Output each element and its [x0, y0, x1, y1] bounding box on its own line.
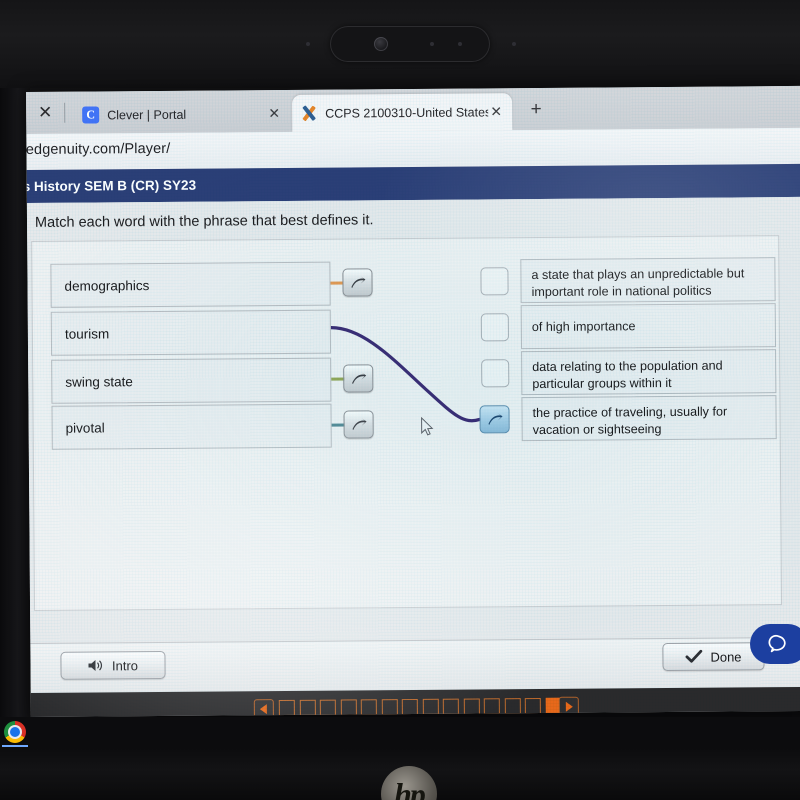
laptop-left-bezel: [0, 88, 30, 748]
windows-taskbar: [0, 717, 800, 749]
page-square[interactable]: [442, 698, 459, 715]
page-square[interactable]: [401, 698, 418, 716]
term-item[interactable]: tourism: [50, 309, 332, 356]
arrow-right-icon: [351, 417, 367, 430]
triangle-left-icon: [259, 704, 267, 715]
page-square[interactable]: [422, 698, 439, 715]
webcam-mic-dot: [430, 42, 434, 46]
arrow-right-icon: [487, 412, 503, 425]
laptop-top-bezel: [0, 0, 800, 88]
page-square[interactable]: [504, 698, 521, 715]
browser-tab-strip: ✕ C Clever | Portal ✕ CCPS 2100310-Unite…: [26, 85, 800, 134]
new-tab-button[interactable]: +: [526, 99, 546, 120]
tab-title: Clever | Portal: [107, 107, 187, 122]
page-square[interactable]: [319, 699, 336, 716]
chat-bubble-icon: [768, 634, 786, 653]
page-square[interactable]: [340, 699, 357, 716]
definition-item[interactable]: a state that plays an unpredictable but …: [520, 257, 776, 304]
triangle-right-icon: [565, 701, 573, 712]
arrow-right-icon: [351, 371, 366, 384]
help-chat-button[interactable]: [750, 624, 800, 664]
address-bar-url: arn.edgenuity.com/Player/: [26, 140, 171, 159]
page-square[interactable]: [483, 698, 500, 715]
activity-toolbar: Intro Done: [30, 636, 800, 694]
term-item[interactable]: pivotal: [51, 403, 332, 450]
definition-target-checkbox[interactable]: [480, 313, 509, 342]
edgenuity-x-favicon: [300, 105, 317, 122]
page-square[interactable]: [381, 699, 398, 716]
arrow-right-icon: [350, 275, 365, 288]
term-arrow-button[interactable]: [342, 268, 373, 297]
clever-favicon: C: [82, 106, 100, 124]
activity-stage: Match each word with the phrase that bes…: [26, 196, 800, 643]
chrome-icon[interactable]: [4, 721, 26, 743]
definition-item[interactable]: data relating to the population and part…: [521, 349, 777, 396]
definition-target-checkbox[interactable]: [480, 267, 509, 296]
term-arrow-button[interactable]: [343, 364, 374, 393]
mouse-cursor: [421, 416, 434, 436]
webcam-sensor-dot: [458, 42, 462, 46]
definition-item[interactable]: the practice of traveling, usually for v…: [521, 395, 777, 442]
check-icon: [685, 649, 703, 663]
page-square[interactable]: [278, 699, 295, 717]
tab-title: CCPS 2100310-United States Hist: [325, 104, 489, 121]
definition-target-checkbox[interactable]: [481, 359, 510, 388]
page-square[interactable]: [360, 699, 377, 716]
done-button-label: Done: [710, 648, 742, 665]
laptop-screen: ✕ C Clever | Portal ✕ CCPS 2100310-Unite…: [26, 85, 800, 717]
bezel-dot-left: [306, 42, 310, 46]
webcam-icon: [306, 26, 516, 62]
term-item[interactable]: demographics: [50, 261, 331, 308]
tab-divider: [64, 102, 66, 123]
page-square[interactable]: [299, 699, 316, 716]
question-prompt: Match each word with the phrase that bes…: [34, 212, 374, 231]
close-icon[interactable]: ✕: [36, 103, 54, 122]
browser-tab-edgenuity[interactable]: CCPS 2100310-United States Hist ✕: [292, 93, 513, 132]
laptop-photo: ✕ C Clever | Portal ✕ CCPS 2100310-Unite…: [0, 0, 800, 800]
page-title: tates History SEM B (CR) SY23: [26, 177, 197, 195]
bezel-dot-right: [512, 42, 516, 46]
matching-panel: demographics tourism swing state pivotal: [31, 235, 783, 611]
close-icon[interactable]: ✕: [488, 103, 504, 120]
pagination-bar: 14 of 14: [30, 686, 800, 717]
term-arrow-button[interactable]: [343, 410, 374, 439]
next-page-button[interactable]: [558, 696, 579, 717]
term-item[interactable]: swing state: [51, 357, 332, 404]
intro-button-label: Intro: [111, 657, 139, 673]
chrome-active-indicator: [2, 745, 28, 747]
webcam-lens: [374, 37, 388, 51]
definition-item[interactable]: of high importance: [520, 303, 777, 350]
intro-button[interactable]: Intro: [60, 650, 166, 680]
close-icon[interactable]: ✕: [266, 105, 282, 122]
page-square[interactable]: [524, 697, 541, 715]
definition-target-selected[interactable]: [479, 405, 510, 434]
speaker-icon: [88, 659, 103, 671]
page-square[interactable]: [463, 698, 480, 715]
previous-page-button[interactable]: [253, 699, 274, 717]
browser-tab-clever[interactable]: C Clever | Portal ✕: [74, 95, 290, 134]
